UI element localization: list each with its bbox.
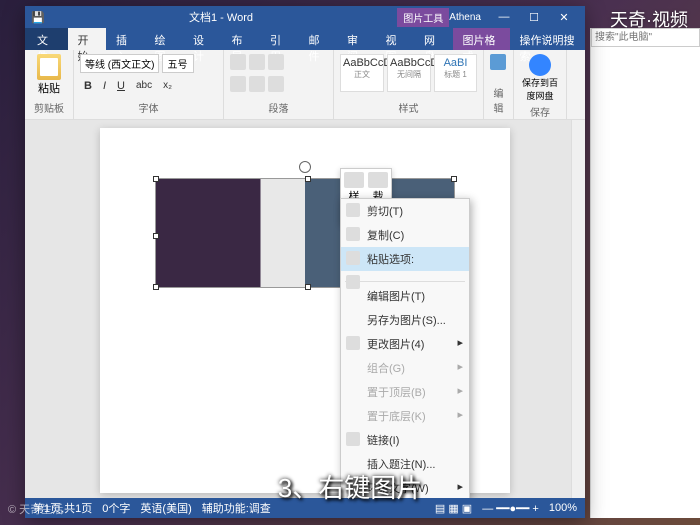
change-icon	[346, 336, 360, 350]
zoom-level[interactable]: 100%	[549, 502, 577, 514]
tab-home[interactable]: 开始	[68, 28, 107, 50]
sub-button[interactable]: x₂	[159, 78, 176, 93]
context-menu: 剪切(T) 复制(C) 粘贴选项: 编辑图片(T) 另存为图片(S)... 更改…	[340, 198, 470, 500]
tutorial-caption: 3、右键图片	[278, 468, 422, 505]
group-label: 保存	[520, 104, 560, 119]
separator	[345, 281, 465, 282]
italic-button[interactable]: I	[99, 78, 110, 94]
ctx-cut[interactable]: 剪切(T)	[341, 199, 469, 223]
tab-layout[interactable]: 布局	[222, 28, 261, 50]
menubar: 文件 开始 插入 绘图 设计 布局 引用 邮件 审阅 视图 网盘 图片格式 操作…	[25, 28, 585, 50]
font-size-select[interactable]: 五号	[162, 54, 194, 73]
status-words[interactable]: 0个字	[102, 500, 130, 516]
tab-mail[interactable]: 邮件	[299, 28, 338, 50]
underline-button[interactable]: U	[113, 78, 129, 94]
tab-view[interactable]: 视图	[376, 28, 415, 50]
baidu-save-button[interactable]: 保存到百度网盘	[520, 54, 560, 102]
status-lang[interactable]: 英语(美国)	[140, 500, 191, 516]
paste-icon	[37, 54, 61, 80]
ctx-edit-pic[interactable]: 编辑图片(T)	[341, 284, 469, 308]
ctx-copy[interactable]: 复制(C)	[341, 223, 469, 247]
vertical-scrollbar[interactable]	[571, 120, 585, 500]
tab-insert[interactable]: 插入	[106, 28, 145, 50]
document-area[interactable]: 样式 裁剪 剪切(T) 复制(C) 粘贴选项: 编辑图片(T) 另存为图片(S)…	[25, 120, 585, 500]
page: 样式 裁剪 剪切(T) 复制(C) 粘贴选项: 编辑图片(T) 另存为图片(S)…	[100, 128, 510, 493]
style-normal[interactable]: AaBbCcD正文	[340, 54, 384, 92]
style-heading1[interactable]: AaBI标题 1	[434, 54, 477, 92]
resize-handle[interactable]	[153, 233, 159, 239]
word-window: 💾 文档1 - Word 图片工具 Athena — ☐ ✕ 文件 开始 插入 …	[25, 6, 585, 518]
style-icon	[344, 172, 364, 188]
tab-design[interactable]: 设计	[183, 28, 222, 50]
group-styles: AaBbCcD正文 AaBbCcD无间隔 AaBI标题 1 样式	[334, 50, 484, 119]
resize-handle[interactable]	[153, 176, 159, 182]
tab-references[interactable]: 引用	[260, 28, 299, 50]
bold-button[interactable]: B	[80, 78, 96, 94]
resize-handle[interactable]	[305, 284, 311, 290]
baidu-icon	[529, 54, 551, 76]
resize-handle[interactable]	[305, 176, 311, 182]
titlebar: 💾 文档1 - Word 图片工具 Athena — ☐ ✕	[25, 6, 585, 28]
status-access[interactable]: 辅助功能:调查	[202, 500, 271, 516]
group-font: 等线 (西文正文) 五号 B I U abc x₂ 字体	[74, 50, 224, 119]
find-icon[interactable]	[490, 54, 506, 70]
group-label: 编辑	[490, 85, 507, 115]
ctx-send-back: 置于底层(K)▸	[341, 404, 469, 428]
tab-netdisk[interactable]: 网盘	[414, 28, 453, 50]
group-paragraph: 段落	[224, 50, 334, 119]
group-baidu: 保存到百度网盘 保存	[514, 50, 567, 119]
tell-me[interactable]: 操作说明搜索	[510, 28, 586, 50]
ctx-bring-front: 置于顶层(B)▸	[341, 380, 469, 404]
cut-icon	[346, 203, 360, 217]
ribbon: 粘贴 剪贴板 等线 (西文正文) 五号 B I U abc x₂ 字体 段落	[25, 50, 585, 120]
multilevel-icon[interactable]	[268, 54, 284, 70]
ctx-paste-options[interactable]: 粘贴选项:	[341, 247, 469, 271]
file-menu[interactable]: 文件	[25, 28, 68, 50]
group-clipboard: 粘贴 剪贴板	[25, 50, 74, 119]
zoom-slider[interactable]: — ━━●━━ +	[482, 502, 539, 515]
ctx-paste-pic[interactable]	[341, 271, 469, 279]
group-edit: 编辑	[484, 50, 514, 119]
qat-save-icon[interactable]: 💾	[31, 11, 45, 24]
resize-handle[interactable]	[153, 284, 159, 290]
copy-icon	[346, 227, 360, 241]
group-label: 样式	[340, 100, 477, 115]
window-title: 文档1 - Word	[45, 9, 398, 25]
copyright-watermark: © 天奇生活	[8, 501, 63, 517]
close-button[interactable]: ✕	[549, 11, 579, 24]
bullets-icon[interactable]	[230, 54, 246, 70]
group-label: 剪贴板	[31, 100, 67, 115]
tab-draw[interactable]: 绘图	[145, 28, 184, 50]
numbering-icon[interactable]	[249, 54, 265, 70]
paste-button[interactable]: 粘贴	[31, 54, 67, 96]
link-icon	[346, 432, 360, 446]
font-family-select[interactable]: 等线 (西文正文)	[80, 54, 159, 73]
user-name: Athena	[449, 12, 481, 23]
align-right-icon[interactable]	[268, 76, 284, 92]
tab-picture-format[interactable]: 图片格式	[453, 28, 510, 50]
style-nospace[interactable]: AaBbCcD无间隔	[387, 54, 431, 92]
ctx-link[interactable]: 链接(I)	[341, 428, 469, 452]
view-buttons[interactable]: ▤ ▦ ▣	[435, 502, 472, 515]
crop-icon	[368, 172, 388, 188]
resize-handle[interactable]	[451, 176, 457, 182]
ctx-group: 组合(G)▸	[341, 356, 469, 380]
group-label: 字体	[80, 100, 217, 115]
tab-review[interactable]: 审阅	[337, 28, 376, 50]
align-center-icon[interactable]	[249, 76, 265, 92]
strike-button[interactable]: abc	[132, 78, 156, 93]
maximize-button[interactable]: ☐	[519, 11, 549, 24]
group-label: 段落	[230, 100, 327, 115]
explorer-sidepanel	[590, 28, 700, 518]
paste-icon	[346, 251, 360, 265]
ctx-change-pic[interactable]: 更改图片(4)▸	[341, 332, 469, 356]
align-left-icon[interactable]	[230, 76, 246, 92]
search-input[interactable]	[591, 28, 700, 47]
ctx-save-as[interactable]: 另存为图片(S)...	[341, 308, 469, 332]
context-tab: 图片工具	[397, 8, 449, 27]
rotate-handle[interactable]	[299, 161, 311, 173]
minimize-button[interactable]: —	[489, 11, 519, 23]
